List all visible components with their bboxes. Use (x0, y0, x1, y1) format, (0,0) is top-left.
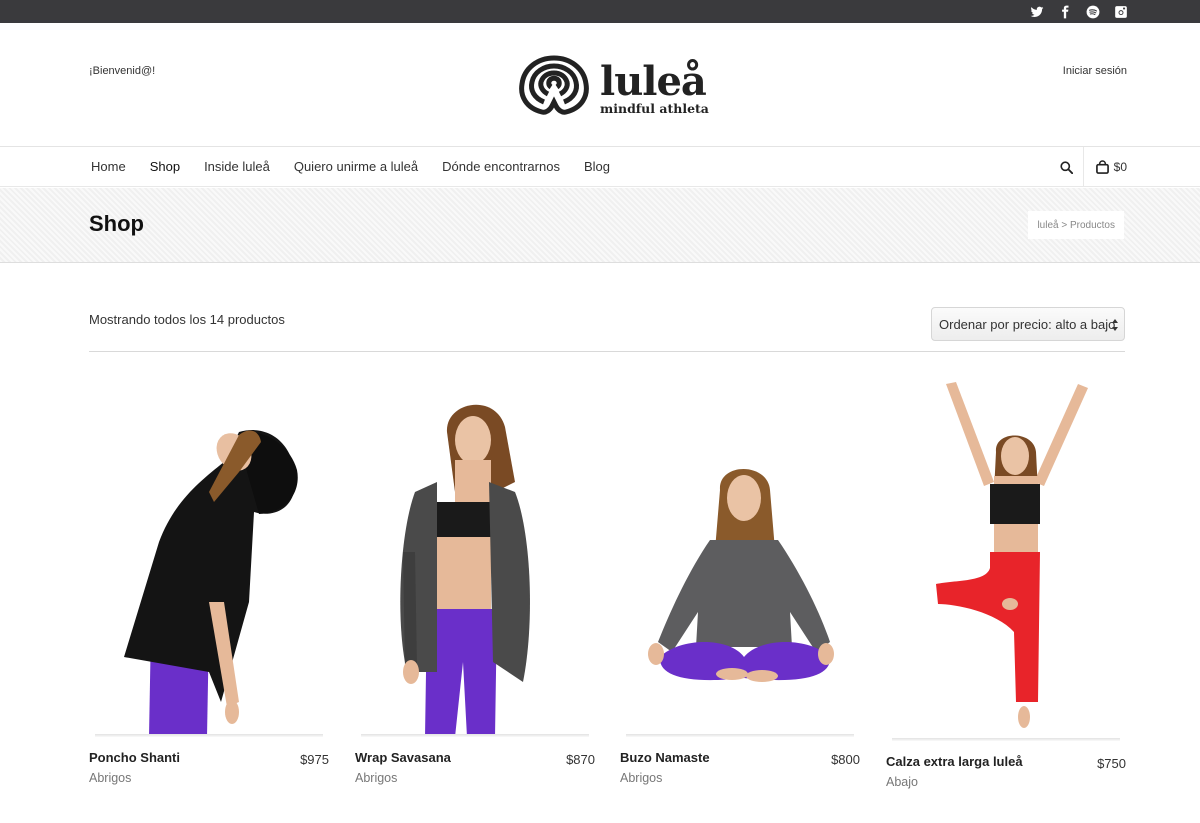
product-name[interactable]: Calza extra larga luleå (886, 754, 1023, 769)
nav-item-shop[interactable]: Shop (150, 159, 180, 174)
search-icon (1060, 160, 1073, 174)
product-image[interactable] (355, 372, 595, 737)
social-links (1028, 3, 1130, 21)
spotify-icon[interactable] (1084, 3, 1102, 21)
welcome-text: ¡Bienvenid@! (89, 65, 156, 77)
shopping-bag-icon (1095, 160, 1109, 174)
product-image[interactable] (886, 372, 1126, 741)
product-image[interactable] (620, 372, 860, 737)
cart-total: $0 (1113, 160, 1127, 174)
product-name[interactable]: Poncho Shanti (89, 750, 180, 765)
nav-item-blog[interactable]: Blog (584, 159, 610, 174)
product-category[interactable]: Abrigos (355, 771, 397, 785)
nav-item-inside[interactable]: Inside luleå (204, 159, 270, 174)
product-price: $750 (1097, 756, 1126, 771)
nav-item-home[interactable]: Home (91, 159, 126, 174)
product-price: $975 (300, 752, 329, 767)
site-header: ¡Bienvenid@! luleå mindful athleta Inici… (0, 23, 1200, 147)
result-count: Mostrando todos los 14 productos (89, 312, 285, 327)
product-category[interactable]: Abrigos (620, 771, 662, 785)
product-card[interactable]: Calza extra larga luleå $750 Abajo (886, 372, 1126, 789)
logo-name: luleå (600, 57, 707, 105)
product-card[interactable]: Wrap Savasana $870 Abrigos (355, 372, 595, 785)
search-button[interactable] (1050, 147, 1084, 187)
login-link[interactable]: Iniciar sesión (1063, 65, 1127, 77)
instagram-icon[interactable] (1112, 3, 1130, 21)
product-name[interactable]: Buzo Namaste (620, 750, 710, 765)
cart-button[interactable]: $0 (1095, 160, 1127, 174)
facebook-icon[interactable] (1056, 3, 1074, 21)
site-logo[interactable]: luleå mindful athleta (518, 54, 709, 123)
toolbar-divider (89, 351, 1125, 352)
logo-mark-icon (518, 54, 590, 123)
top-bar (0, 0, 1200, 23)
twitter-icon[interactable] (1028, 3, 1046, 21)
logo-tagline: mindful athleta (600, 100, 709, 116)
product-image[interactable] (89, 372, 329, 737)
nav-item-join[interactable]: Quiero unirme a luleå (294, 159, 418, 174)
breadcrumb[interactable]: luleå > Productos (1028, 211, 1124, 239)
sort-select[interactable]: Ordenar por precio: alto a bajo (931, 307, 1125, 341)
nav-item-locations[interactable]: Dónde encontrarnos (442, 159, 560, 174)
product-category[interactable]: Abajo (886, 775, 918, 789)
page-title: Shop (89, 211, 144, 236)
product-card[interactable]: Buzo Namaste $800 Abrigos (620, 372, 860, 785)
product-price: $870 (566, 752, 595, 767)
product-name[interactable]: Wrap Savasana (355, 750, 451, 765)
select-arrows-icon (1112, 319, 1118, 331)
main-nav: Home Shop Inside luleå Quiero unirme a l… (0, 147, 1200, 187)
product-category[interactable]: Abrigos (89, 771, 131, 785)
product-card[interactable]: Poncho Shanti $975 Abrigos (89, 372, 329, 785)
page-title-band: Shop luleå > Productos (0, 188, 1200, 263)
product-price: $800 (831, 752, 860, 767)
sort-selected-value: Ordenar por precio: alto a bajo (939, 316, 1116, 332)
